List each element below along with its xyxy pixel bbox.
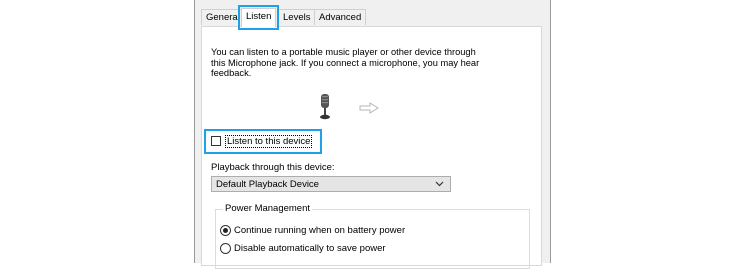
playback-device-select[interactable]: Default Playback Device (211, 176, 451, 192)
listen-to-device-checkbox[interactable]: Listen to this device (204, 129, 322, 154)
tab-levels[interactable]: Levels (278, 9, 316, 25)
tab-advanced[interactable]: Advanced (314, 9, 367, 25)
listen-tab-panel: You can listen to a portable music playe… (201, 26, 542, 269)
radio-button[interactable] (220, 243, 231, 254)
listen-checkbox-label: Listen to this device (225, 135, 313, 148)
playback-label: Playback through this device: (211, 162, 335, 173)
checkbox-box[interactable] (211, 136, 221, 146)
power-management-title: Power Management (223, 203, 313, 214)
radio-button[interactable] (220, 225, 231, 236)
listen-description: You can listen to a portable music playe… (211, 47, 480, 78)
microphone-icon (320, 94, 330, 120)
playback-selected-value: Default Playback Device (216, 179, 319, 190)
tab-general[interactable]: General (201, 9, 245, 25)
right-arrow-icon (359, 102, 379, 114)
sound-properties-dialog: General Listen Levels Advanced You can l… (194, 0, 551, 269)
radio-label: Continue running when on battery power (234, 225, 406, 236)
chevron-down-icon (435, 181, 444, 187)
radio-label: Disable automatically to save power (234, 243, 386, 254)
tab-listen[interactable]: Listen (237, 5, 280, 30)
power-management-group: Power Management Continue running when o… (215, 203, 530, 269)
